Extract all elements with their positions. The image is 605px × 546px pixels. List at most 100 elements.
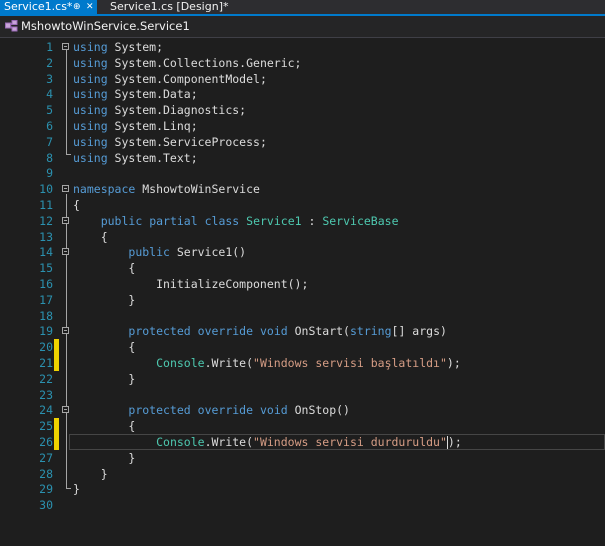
line-number: 1	[46, 40, 53, 54]
line-number: 2	[46, 56, 53, 70]
code-text: using System.ComponentModel;	[73, 71, 267, 87]
code-line[interactable]: 3 using System.ComponentModel;	[0, 71, 605, 87]
code-token: System.Data;	[107, 87, 198, 101]
collapse-icon[interactable]	[62, 185, 69, 192]
code-token: Service1()	[169, 245, 247, 259]
code-text: public partial class Service1 : ServiceB…	[73, 213, 399, 229]
code-text: {	[73, 229, 108, 245]
code-line[interactable]: 22 }	[0, 371, 605, 387]
code-line[interactable]: 9	[0, 165, 605, 181]
code-token: namespace	[73, 182, 136, 196]
code-token: void	[259, 403, 288, 417]
line-number: 15	[39, 261, 53, 275]
code-token: void	[259, 324, 288, 338]
tab-service1-design[interactable]: Service1.cs [Design]*	[110, 0, 229, 14]
line-number: 20	[39, 340, 53, 354]
code-token: System.ServiceProcess;	[107, 135, 267, 149]
type-selector[interactable]: MshowtoWinService.Service1	[21, 19, 190, 33]
code-token: }	[73, 482, 80, 496]
code-line[interactable]: 21 Console.Write("Windows servisi başlat…	[0, 355, 605, 371]
code-line[interactable]: 14 public Service1()	[0, 244, 605, 260]
line-number: 24	[39, 403, 53, 417]
tab-label: Service1.cs*	[4, 0, 73, 13]
line-number: 28	[39, 467, 53, 481]
code-token: public	[128, 245, 170, 259]
code-token: using	[73, 151, 108, 165]
tab-service1-cs[interactable]: Service1.cs* ⊕ ✕	[0, 0, 97, 14]
code-text: {	[73, 197, 80, 213]
collapse-icon[interactable]	[62, 248, 69, 255]
code-line[interactable]: 12 public partial class Service1 : Servi…	[0, 213, 605, 229]
code-editor[interactable]: 1 using System; 2 using System.Collections.…	[0, 38, 605, 546]
code-line[interactable]: 4 using System.Data;	[0, 86, 605, 102]
code-text: {	[73, 260, 135, 276]
code-line[interactable]: 11 {	[0, 197, 605, 213]
code-token: ServiceBase	[322, 214, 399, 228]
line-number: 21	[39, 356, 53, 370]
code-text: {	[73, 418, 135, 434]
line-number: 12	[39, 214, 53, 228]
pin-icon[interactable]: ⊕	[73, 0, 81, 14]
code-line[interactable]: 8 using System.Text;	[0, 150, 605, 166]
code-line[interactable]: 7 using System.ServiceProcess;	[0, 134, 605, 150]
code-token: {	[73, 198, 80, 212]
line-number: 25	[39, 419, 53, 433]
line-number: 19	[39, 324, 53, 338]
code-line[interactable]: 6 using System.Linq;	[0, 118, 605, 134]
code-line[interactable]: 10 namespace MshowtoWinService	[0, 181, 605, 197]
code-token: InitializeComponent();	[73, 277, 309, 291]
line-number: 29	[39, 482, 53, 496]
code-line[interactable]: 30	[0, 497, 605, 513]
code-line[interactable]: 23	[0, 387, 605, 403]
code-line[interactable]: 13 {	[0, 229, 605, 245]
code-token: {	[73, 230, 108, 244]
code-line[interactable]: 24 protected override void OnStop()	[0, 402, 605, 418]
code-text: using System.Linq;	[73, 118, 198, 134]
code-line[interactable]: 28 }	[0, 466, 605, 482]
code-line[interactable]: 5 using System.Diagnostics;	[0, 102, 605, 118]
code-line[interactable]: 25 {	[0, 418, 605, 434]
code-line[interactable]: 19 protected override void OnStart(strin…	[0, 323, 605, 339]
code-token: );	[447, 435, 462, 449]
code-text: using System.ServiceProcess;	[73, 134, 267, 150]
code-token: override	[197, 324, 254, 338]
navigation-bar[interactable]: MshowtoWinService.Service1	[0, 16, 605, 38]
code-token: );	[446, 356, 461, 370]
code-token: string	[349, 324, 392, 338]
collapse-icon[interactable]	[62, 406, 69, 413]
code-token: Console	[156, 435, 205, 449]
code-line[interactable]: 17 }	[0, 292, 605, 308]
code-line[interactable]: 20 {	[0, 339, 605, 355]
code-line[interactable]: 29}	[0, 481, 605, 497]
collapse-icon[interactable]	[62, 327, 69, 334]
code-token: class	[204, 214, 240, 228]
code-line[interactable]: 2 using System.Collections.Generic;	[0, 55, 605, 71]
code-line[interactable]: 15 {	[0, 260, 605, 276]
line-number: 14	[39, 245, 53, 259]
code-line[interactable]: 18	[0, 308, 605, 324]
line-number: 22	[39, 372, 53, 386]
line-number: 7	[46, 135, 53, 149]
code-line[interactable]: 26 Console.Write("Windows servisi durdur…	[0, 434, 605, 450]
code-line[interactable]: 16 InitializeComponent();	[0, 276, 605, 292]
code-line[interactable]: 27 }	[0, 450, 605, 466]
code-text: {	[73, 339, 135, 355]
line-number: 27	[39, 451, 53, 465]
close-icon[interactable]: ✕	[86, 0, 94, 14]
code-text: }	[73, 466, 108, 482]
code-token: "	[439, 435, 447, 449]
line-number: 5	[46, 103, 53, 117]
code-token: System.Text;	[107, 151, 198, 165]
collapse-icon[interactable]	[62, 217, 69, 224]
code-token: .Write(	[204, 435, 254, 449]
code-line[interactable]: 1 using System;	[0, 39, 605, 55]
collapse-icon[interactable]	[62, 43, 69, 50]
line-number: 23	[39, 388, 53, 402]
